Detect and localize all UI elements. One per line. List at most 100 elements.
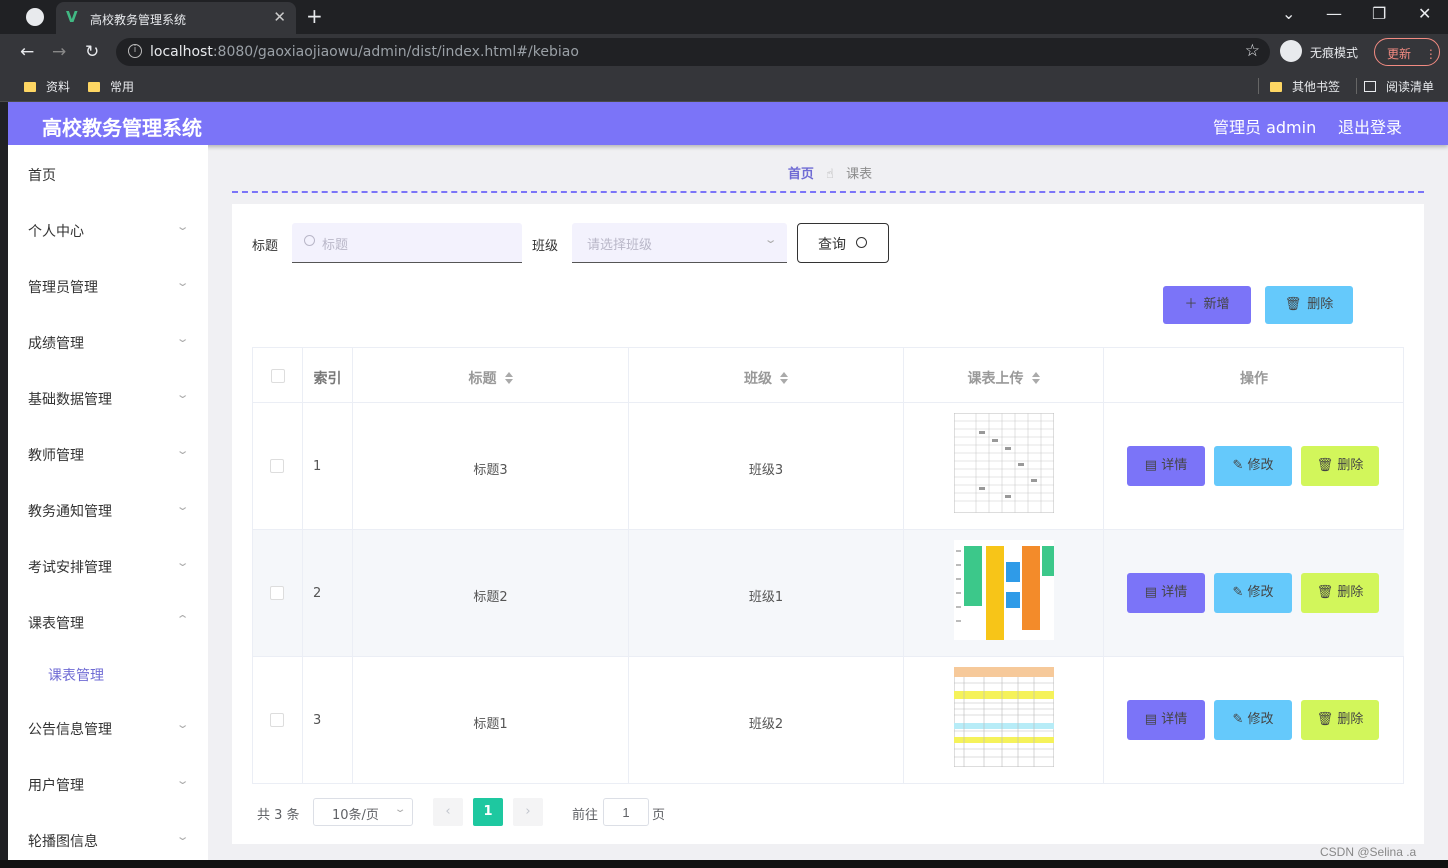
reload-icon[interactable]: ↻ <box>85 42 99 62</box>
page-number-current[interactable]: 1 <box>473 798 503 826</box>
sidebar-item-teachers[interactable]: 教师管理 ⌄ <box>28 444 193 465</box>
sidebar-item-profile[interactable]: 个人中心 ⌄ <box>28 220 193 241</box>
chevron-up-icon: ⌄ <box>175 612 190 625</box>
sidebar-item-admin[interactable]: 管理员管理 ⌄ <box>28 276 193 297</box>
class-select[interactable]: 请选择班级 ⌄ <box>572 223 787 263</box>
watermark: CSDN @Selina .a <box>1320 845 1417 859</box>
add-button[interactable]: ＋新增 <box>1163 286 1251 324</box>
class-select-placeholder: 请选择班级 <box>587 238 653 253</box>
bookmark-folder[interactable]: 常用 <box>88 78 134 95</box>
header-timetable-upload[interactable]: 课表上传 <box>904 348 1104 403</box>
tab-search-chevron-icon[interactable]: ⌄ <box>1282 4 1295 23</box>
sidebar-item-carousel[interactable]: 轮播图信息 ⌄ <box>28 830 193 851</box>
sidebar-item-exams[interactable]: 考试安排管理 ⌄ <box>28 556 193 577</box>
taskbar <box>0 860 1448 868</box>
timetable-grid-thumbnail[interactable] <box>954 413 1054 513</box>
sidebar-item-timetable[interactable]: 课表管理 ⌄ <box>28 612 193 633</box>
bookmark-folder[interactable]: 资料 <box>24 78 70 95</box>
update-button[interactable]: 更新 ⋮ <box>1374 38 1440 66</box>
sidebar-item-users[interactable]: 用户管理 ⌄ <box>28 774 193 795</box>
close-tab-icon[interactable]: ✕ <box>273 8 286 26</box>
header-index: 索引 <box>303 348 353 403</box>
sidebar-item-grades[interactable]: 成绩管理 ⌄ <box>28 332 193 353</box>
row-actions: ▤ 详情 ✎ 修改 🗑 删除 <box>1104 403 1404 530</box>
pencil-icon: ✎ <box>1232 585 1248 600</box>
sidebar-subitem-timetable[interactable]: 课表管理 <box>48 665 104 685</box>
sidebar-item-basic-data[interactable]: 基础数据管理 ⌄ <box>28 388 193 409</box>
forward-icon[interactable]: → <box>52 42 66 62</box>
bookmark-folder-other[interactable]: 其他书签 <box>1270 78 1340 95</box>
row-class: 班级1 <box>629 530 904 657</box>
sidebar: 首页 个人中心 ⌄ 管理员管理 ⌄ 成绩管理 ⌄ 基础数据管理 ⌄ 教师管理 ⌄ 教务通知… <box>8 145 208 860</box>
next-page-button[interactable]: › <box>513 798 543 826</box>
globe-icon <box>26 8 44 26</box>
timetable-color-thumbnail[interactable] <box>954 540 1054 640</box>
chevron-down-icon: ⌄ <box>393 804 407 815</box>
hand-icon: ☝ <box>826 167 834 182</box>
batch-delete-button[interactable]: 🗑 删除 <box>1265 286 1353 324</box>
sidebar-item-home[interactable]: 首页 <box>28 165 193 185</box>
row-select-cell <box>253 530 303 657</box>
restore-icon[interactable]: ❐ <box>1372 4 1386 23</box>
title-search-placeholder: 标题 <box>322 238 349 253</box>
header-title[interactable]: 标题 <box>353 348 629 403</box>
search-icon <box>304 235 315 246</box>
edit-button[interactable]: ✎ 修改 <box>1214 446 1292 486</box>
bookmark-star-icon[interactable]: ☆ <box>1245 41 1260 61</box>
chevron-down-icon: ⌄ <box>175 718 190 731</box>
logout-link[interactable]: 退出登录 <box>1338 114 1402 138</box>
delete-button[interactable]: 🗑 删除 <box>1301 700 1379 740</box>
row-checkbox[interactable] <box>270 713 284 727</box>
delete-button[interactable]: 🗑 删除 <box>1301 573 1379 613</box>
select-all-checkbox[interactable] <box>271 369 285 383</box>
trash-icon: 🗑 <box>1316 585 1338 600</box>
detail-button[interactable]: ▤ 详情 <box>1127 446 1205 486</box>
sort-icon[interactable] <box>504 372 513 384</box>
url-input[interactable]: i localhost:8080/gaoxiaojiaowu/admin/dis… <box>116 38 1270 66</box>
detail-button[interactable]: ▤ 详情 <box>1127 700 1205 740</box>
app-page: 高校教务管理系统 管理员 admin 退出登录 首页 个人中心 ⌄ 管理员管理 ⌄ … <box>8 102 1448 860</box>
minimize-icon[interactable]: — <box>1326 4 1342 23</box>
trash-icon: 🗑 <box>1316 712 1338 727</box>
timetable-form-thumbnail[interactable] <box>954 667 1054 767</box>
sort-icon[interactable] <box>780 372 788 384</box>
bookmark-divider <box>1258 78 1259 94</box>
chevron-down-icon: ⌄ <box>763 233 778 246</box>
site-info-icon[interactable]: i <box>128 44 142 58</box>
incognito-indicator[interactable]: 无痕模式 <box>1280 40 1366 64</box>
detail-button[interactable]: ▤ 详情 <box>1127 573 1205 613</box>
new-tab-icon[interactable]: + <box>306 4 323 28</box>
trash-icon: 🗑 <box>1316 458 1338 473</box>
sidebar-item-notices[interactable]: 教务通知管理 ⌄ <box>28 500 193 521</box>
browser-tab[interactable]: V 高校教务管理系统 ✕ <box>56 2 296 34</box>
sort-icon[interactable] <box>1031 372 1040 384</box>
incognito-label: 无痕模式 <box>1310 46 1359 60</box>
sidebar-item-announcements[interactable]: 公告信息管理 ⌄ <box>28 718 193 739</box>
chevron-down-icon: ⌄ <box>175 830 190 843</box>
edit-button[interactable]: ✎ 修改 <box>1214 573 1292 613</box>
prev-page-button[interactable]: ‹ <box>433 798 463 826</box>
delete-button[interactable]: 🗑 删除 <box>1301 446 1379 486</box>
row-checkbox[interactable] <box>270 586 284 600</box>
goto-page-input[interactable] <box>603 798 649 826</box>
query-button[interactable]: 查询 <box>797 223 889 263</box>
close-window-icon[interactable]: ✕ <box>1418 4 1431 23</box>
chevron-down-icon: ⌄ <box>175 774 190 787</box>
document-icon: ▤ <box>1144 585 1162 600</box>
row-checkbox[interactable] <box>270 459 284 473</box>
bookmarks-bar: 资料 常用 其他书签 阅读清单 <box>0 70 1448 102</box>
breadcrumb-home[interactable]: 首页 <box>788 167 814 182</box>
header-class[interactable]: 班级 <box>629 348 904 403</box>
chevron-down-icon: ⌄ <box>175 556 190 569</box>
app-header: 高校教务管理系统 管理员 admin 退出登录 <box>8 102 1448 145</box>
browser-tab-strip: V 高校教务管理系统 ✕ + ⌄ — ❐ ✕ <box>0 0 1448 34</box>
title-search-input[interactable]: 标题 <box>292 223 522 263</box>
reading-list[interactable]: 阅读清单 <box>1364 78 1434 95</box>
breadcrumb-current: 课表 <box>846 167 873 182</box>
chevron-down-icon: ⌄ <box>175 388 190 401</box>
header-select-cell <box>253 348 303 403</box>
back-icon[interactable]: ← <box>20 42 34 62</box>
row-actions: ▤ 详情 ✎ 修改 🗑 删除 <box>1104 657 1404 784</box>
page-size-select[interactable]: 10条/页 ⌄ <box>313 798 413 826</box>
edit-button[interactable]: ✎ 修改 <box>1214 700 1292 740</box>
